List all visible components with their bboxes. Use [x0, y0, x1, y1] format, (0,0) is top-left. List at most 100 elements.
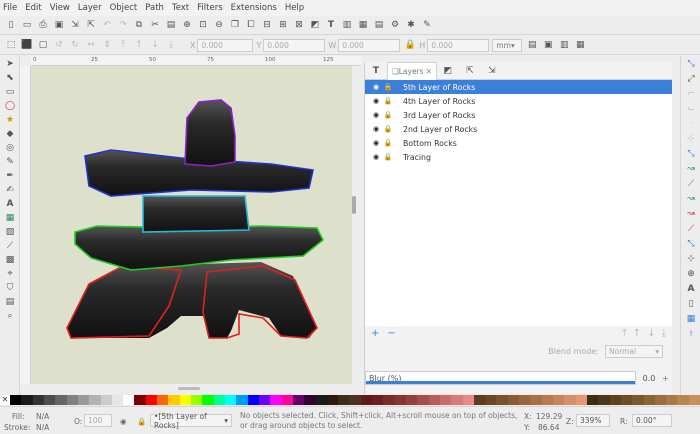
group-icon[interactable]: ⊞: [276, 18, 290, 32]
snap-cusp-icon[interactable]: ↝: [684, 193, 698, 206]
color-swatch[interactable]: [372, 395, 384, 405]
selector-tool-icon[interactable]: ➤: [3, 58, 17, 70]
stroke-value[interactable]: N/A: [36, 423, 49, 432]
lock-icon[interactable]: 🔒: [382, 97, 394, 105]
color-swatch[interactable]: [55, 395, 67, 405]
color-swatch[interactable]: [224, 395, 237, 405]
layer-name[interactable]: Bottom Rocks: [403, 139, 457, 148]
color-swatch[interactable]: [643, 395, 655, 405]
layer-lock-icon[interactable]: 🔒: [137, 417, 146, 426]
dropper-tool-icon[interactable]: ⌖: [3, 268, 17, 280]
canvas-hscroll-handle[interactable]: [178, 387, 200, 390]
zoom-out-icon[interactable]: ⊖: [212, 18, 226, 32]
raise-layer-icon[interactable]: ⤒: [622, 328, 626, 339]
color-swatch[interactable]: [191, 395, 203, 405]
snap-bbox-center-icon[interactable]: ⊹: [684, 133, 698, 146]
select-all-layers-icon[interactable]: ⬛: [20, 38, 34, 52]
color-swatch[interactable]: [326, 395, 339, 405]
zoom-in-icon[interactable]: ⊕: [180, 18, 194, 32]
lock-icon[interactable]: 🔒: [382, 83, 394, 91]
snap-guide-icon[interactable]: ⟊: [684, 328, 698, 341]
cut-icon[interactable]: ✂: [148, 18, 162, 32]
redo-icon[interactable]: ↷: [116, 18, 130, 32]
color-swatch[interactable]: [462, 395, 474, 405]
menu-file[interactable]: File: [3, 3, 17, 13]
layer-name[interactable]: 4th Layer of Rocks: [403, 97, 475, 106]
color-swatch[interactable]: [677, 395, 689, 405]
print-icon[interactable]: ⎙: [36, 18, 50, 32]
flip-h-icon[interactable]: ⇔: [84, 38, 98, 52]
color-swatch[interactable]: [338, 395, 350, 405]
menu-extensions[interactable]: Extensions: [231, 3, 277, 13]
layer-row[interactable]: ◉ 🔒 2nd Layer of Rocks: [365, 122, 672, 136]
color-swatch[interactable]: [688, 395, 700, 405]
color-swatch[interactable]: [134, 395, 146, 405]
box3d-tool-icon[interactable]: ◆: [3, 128, 17, 140]
color-swatch[interactable]: [123, 395, 135, 405]
align-icon[interactable]: ▤: [372, 18, 386, 32]
lock-ratio-icon[interactable]: 🔒: [403, 38, 417, 52]
color-swatch[interactable]: [77, 395, 90, 405]
menu-path[interactable]: Path: [145, 3, 164, 13]
paste-icon[interactable]: ▤: [164, 18, 178, 32]
text-font-icon[interactable]: T: [324, 18, 338, 32]
pencil-tool-icon[interactable]: ✎: [3, 156, 17, 168]
color-swatch[interactable]: [66, 395, 78, 405]
snap-path-icon[interactable]: ↝: [684, 163, 698, 176]
layers-icon[interactable]: ▥: [340, 18, 354, 32]
menu-object[interactable]: Object: [110, 3, 138, 13]
color-swatch[interactable]: [292, 395, 305, 405]
undo-icon[interactable]: ↶: [100, 18, 114, 32]
scale-corners-icon[interactable]: ▣: [541, 38, 555, 52]
color-swatch[interactable]: [383, 395, 395, 405]
color-swatch[interactable]: [168, 395, 180, 405]
color-swatch[interactable]: [281, 395, 293, 405]
color-swatch[interactable]: [553, 395, 565, 405]
color-swatch[interactable]: [32, 395, 44, 405]
color-swatch[interactable]: [609, 395, 621, 405]
color-swatch[interactable]: [157, 395, 169, 405]
rotate-cw-icon[interactable]: ↻: [68, 38, 82, 52]
lock-icon[interactable]: 🔒: [382, 139, 394, 147]
layer-row[interactable]: ◉ 🔒 Tracing: [365, 150, 672, 164]
snap-bbox-corner-icon[interactable]: ⌙: [684, 103, 698, 116]
gradient-tool-icon[interactable]: ▤: [3, 296, 17, 308]
color-swatch[interactable]: [575, 395, 587, 405]
lower-icon[interactable]: ↓: [148, 38, 162, 52]
color-swatch[interactable]: [451, 395, 463, 405]
color-swatch[interactable]: [598, 395, 610, 405]
save-icon[interactable]: ▣: [52, 18, 66, 32]
text-tool-icon[interactable]: A: [3, 198, 17, 210]
no-paint-swatch[interactable]: ✕: [0, 395, 10, 405]
eraser-tool-icon[interactable]: ▨: [3, 226, 17, 238]
rectangle-tool-icon[interactable]: ▭: [3, 86, 17, 98]
layer-row[interactable]: ◉ 🔒 4th Layer of Rocks: [365, 94, 672, 108]
w-input[interactable]: 0.000: [338, 38, 401, 52]
connector-tool-icon[interactable]: ⟋: [3, 240, 17, 252]
color-swatch[interactable]: [179, 395, 191, 405]
menu-help[interactable]: Help: [285, 3, 304, 13]
color-swatch[interactable]: [530, 395, 542, 405]
color-swatch[interactable]: [360, 395, 372, 405]
snap-bbox-edge-icon[interactable]: ⌐: [684, 88, 698, 101]
color-swatch[interactable]: [654, 395, 667, 405]
fill-value[interactable]: N/A: [36, 412, 49, 421]
opacity-input[interactable]: 100: [84, 414, 112, 427]
snap-bbox-midpoint-icon[interactable]: ·: [684, 118, 698, 131]
unit-select[interactable]: mm ▾: [492, 38, 523, 52]
copy-icon[interactable]: ⧉: [132, 18, 146, 32]
clone-icon[interactable]: ⧠: [244, 18, 258, 32]
canvas-vscroll-handle[interactable]: [352, 196, 356, 214]
remove-layer-icon[interactable]: −: [387, 328, 395, 339]
color-swatch[interactable]: [496, 395, 508, 405]
import-icon[interactable]: ⇲: [68, 18, 82, 32]
snap-smooth-icon[interactable]: ↝: [684, 208, 698, 221]
pen-tool-icon[interactable]: ✒: [3, 170, 17, 182]
blur-value[interactable]: 0.0: [636, 374, 662, 383]
color-swatch[interactable]: [632, 395, 644, 405]
preferences-icon[interactable]: ⚙: [388, 18, 402, 32]
unlink-clone-icon[interactable]: ⊟: [260, 18, 274, 32]
snap-intersection-icon[interactable]: ⟋: [684, 178, 698, 191]
snap-page-icon[interactable]: ▯: [684, 298, 698, 311]
menu-filters[interactable]: Filters: [197, 3, 222, 13]
